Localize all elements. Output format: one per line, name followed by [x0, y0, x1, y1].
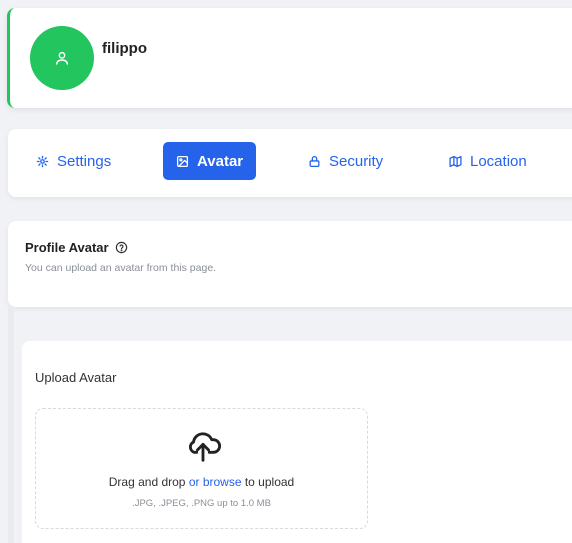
drag-drop-label: Drag and drop [108, 475, 186, 489]
cloud-upload-icon [188, 432, 222, 462]
section-title-text: Profile Avatar [25, 240, 109, 255]
section-title: Profile Avatar [25, 240, 128, 255]
tab-location[interactable]: Location [449, 142, 527, 180]
divider [8, 307, 14, 543]
tab-avatar[interactable]: Avatar [163, 142, 257, 180]
section-subtitle: You can upload an avatar from this page. [25, 262, 217, 274]
username: filippo [102, 40, 147, 57]
tab-security-label: Security [329, 152, 384, 170]
image-icon [176, 155, 189, 167]
upload-card: Upload Avatar Drag and drop or browse to… [22, 341, 572, 543]
profile-avatar-info: Profile Avatar You can upload an avatar … [8, 221, 572, 307]
lock-icon [309, 155, 320, 167]
profile-header: filippo [7, 8, 572, 108]
upload-label: to upload [244, 475, 295, 489]
drop-text: Drag and drop or browse to upload [36, 475, 367, 489]
tab-bar: Settings Avatar Security Location [8, 129, 572, 197]
gear-icon [36, 155, 49, 167]
question-circle-icon[interactable] [115, 241, 128, 254]
map-icon [449, 155, 462, 167]
tab-location-label: Location [470, 152, 527, 170]
file-type-hint: .JPG, .JPEG, .PNG up to 1.0 MB [132, 498, 271, 509]
upload-title: Upload Avatar [35, 370, 117, 385]
user-icon [55, 51, 69, 65]
avatar[interactable] [30, 26, 94, 90]
page: filippo Settings Avatar Security Locatio… [0, 0, 572, 543]
upload-dropzone[interactable]: Drag and drop or browse to upload .JPG, … [35, 408, 368, 529]
tab-avatar-label: Avatar [197, 152, 244, 170]
tab-settings[interactable]: Settings [36, 142, 111, 180]
tab-security[interactable]: Security [308, 142, 383, 180]
browse-link[interactable]: or browse [189, 475, 242, 489]
tab-settings-label: Settings [57, 152, 112, 170]
